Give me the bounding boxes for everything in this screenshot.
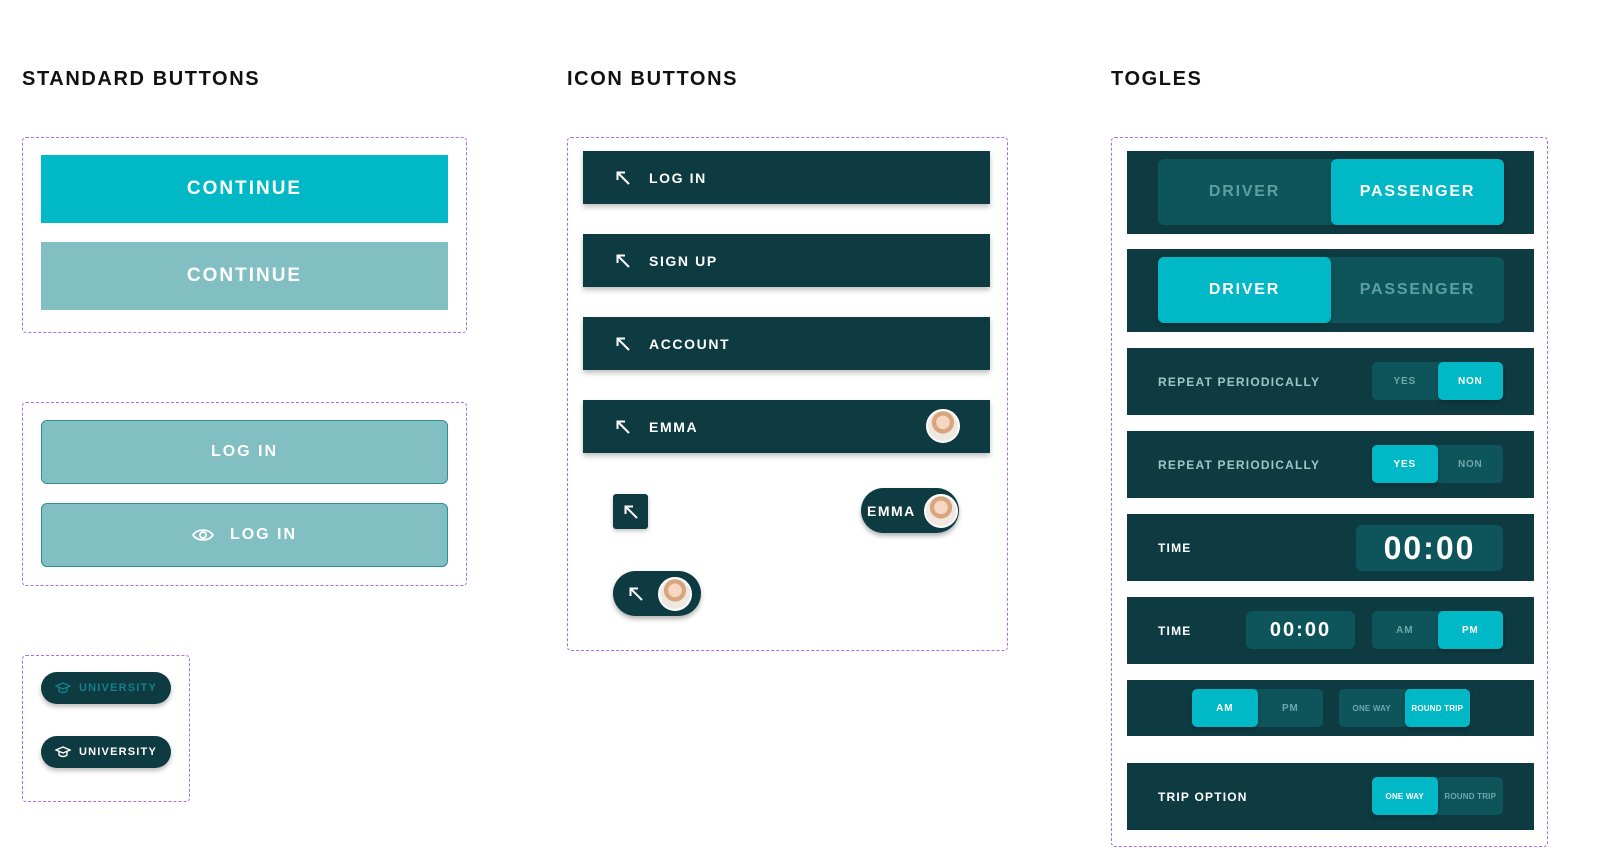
pm-option-selected[interactable]: PM [1437, 611, 1503, 649]
passenger-option[interactable]: PASSENGER [1331, 257, 1504, 323]
arrow-square-button[interactable] [613, 494, 648, 529]
time-input[interactable]: 00:00 [1246, 611, 1355, 649]
repeat-yes-no-toggle[interactable]: YES NON [1372, 445, 1503, 483]
repeat-yes-no-toggle[interactable]: YES NON [1372, 362, 1503, 400]
icon-buttons-title: ICON BUTTONS [567, 68, 739, 90]
user-avatar [926, 409, 960, 443]
user-avatar [923, 493, 958, 528]
trip-type-toggle[interactable]: ONE WAY ROUND TRIP [1372, 777, 1503, 815]
toggles-title: TOGLES [1111, 68, 1203, 90]
continue-button[interactable]: CONTINUE [41, 155, 448, 223]
arrow-avatar-pill-button[interactable] [613, 571, 701, 616]
graduation-cap-icon [54, 746, 71, 758]
am-option-selected[interactable]: AM [1192, 689, 1258, 727]
account-icon-button[interactable]: ACCOUNT [583, 317, 990, 370]
university-chip-inactive[interactable]: UNIVERSITY [41, 672, 171, 704]
continue-button-disabled[interactable]: CONTINUE [41, 242, 448, 310]
repeat-toggle-panel: REPEAT PERIODICALLY YES NON [1127, 348, 1534, 415]
standard-buttons-title: STANDARD BUTTONS [22, 68, 261, 90]
yes-option[interactable]: YES [1372, 362, 1438, 400]
am-pm-toggle[interactable]: AM PM [1372, 611, 1503, 649]
trip-type-toggle[interactable]: ONE WAY ROUND TRIP [1339, 689, 1470, 727]
arrow-up-left-icon [623, 504, 639, 520]
time-ampm-panel: TIME 00:00 AM PM [1127, 597, 1534, 664]
arrow-up-left-icon [615, 419, 631, 435]
driver-option[interactable]: DRIVER [1158, 159, 1331, 225]
login-label: LOG IN [649, 169, 707, 186]
emma-label: EMMA [649, 418, 699, 435]
time-label: TIME [1158, 541, 1192, 555]
one-way-option[interactable]: ONE WAY [1339, 689, 1405, 727]
arrow-up-left-icon [615, 170, 631, 186]
role-segmented-control[interactable]: DRIVER PASSENGER [1158, 257, 1504, 323]
yes-option-selected[interactable]: YES [1372, 445, 1438, 483]
role-segmented-control[interactable]: DRIVER PASSENGER [1158, 159, 1504, 225]
arrow-up-left-icon [615, 253, 631, 269]
login-button-with-icon[interactable]: LOG IN [41, 503, 448, 567]
period-trip-panel: AM PM ONE WAY ROUND TRIP [1127, 680, 1534, 736]
eye-icon [191, 528, 214, 542]
one-way-option-selected[interactable]: ONE WAY [1372, 777, 1438, 815]
am-pm-toggle[interactable]: AM PM [1192, 689, 1323, 727]
emma-icon-button[interactable]: EMMA [583, 400, 990, 453]
emma-pill-label: EMMA [867, 502, 916, 519]
chip-label: UNIVERSITY [78, 682, 157, 694]
repeat-toggle-panel: REPEAT PERIODICALLY YES NON [1127, 431, 1534, 498]
account-label: ACCOUNT [649, 335, 731, 352]
trip-option-label: TRIP OPTION [1158, 790, 1248, 804]
arrow-up-left-icon [628, 586, 644, 602]
round-trip-option-selected[interactable]: ROUND TRIP [1404, 689, 1470, 727]
user-avatar [658, 576, 692, 611]
login-button-label: LOG IN [210, 443, 279, 460]
chip-label: UNIVERSITY [78, 746, 157, 758]
university-chip-active[interactable]: UNIVERSITY [41, 736, 171, 768]
signup-icon-button[interactable]: SIGN UP [583, 234, 990, 287]
no-option-selected[interactable]: NON [1437, 362, 1503, 400]
no-option[interactable]: NON [1438, 445, 1504, 483]
driver-option-selected[interactable]: DRIVER [1158, 257, 1331, 323]
time-label: TIME [1158, 624, 1192, 638]
role-toggle-panel: DRIVER PASSENGER [1127, 249, 1534, 332]
am-option[interactable]: AM [1372, 611, 1438, 649]
signup-label: SIGN UP [649, 252, 718, 269]
round-trip-option[interactable]: ROUND TRIP [1438, 777, 1504, 815]
login-button-label: LOG IN [229, 526, 298, 543]
repeat-label: REPEAT PERIODICALLY [1158, 458, 1321, 472]
login-icon-button[interactable]: LOG IN [583, 151, 990, 204]
pm-option[interactable]: PM [1258, 689, 1324, 727]
passenger-option-selected[interactable]: PASSENGER [1331, 159, 1504, 225]
repeat-label: REPEAT PERIODICALLY [1158, 375, 1321, 389]
graduation-cap-icon [54, 682, 71, 694]
time-input-large[interactable]: 00:00 [1356, 525, 1503, 571]
trip-option-panel: TRIP OPTION ONE WAY ROUND TRIP [1127, 763, 1534, 830]
arrow-up-left-icon [615, 336, 631, 352]
emma-pill-button[interactable]: EMMA [861, 488, 959, 533]
time-panel: TIME 00:00 [1127, 514, 1534, 581]
role-toggle-panel: DRIVER PASSENGER [1127, 151, 1534, 234]
login-button[interactable]: LOG IN [41, 420, 448, 484]
